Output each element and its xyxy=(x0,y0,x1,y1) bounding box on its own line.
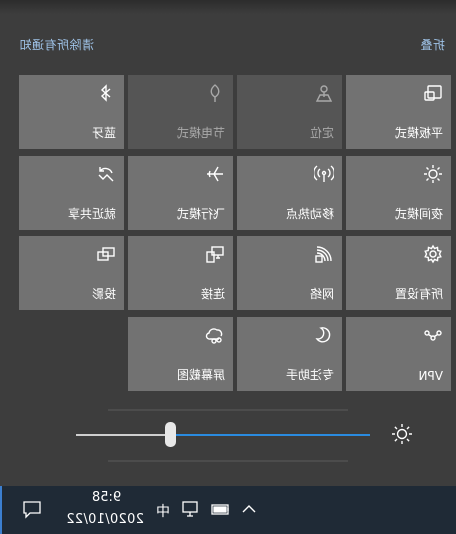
tile-label: 专注助手 xyxy=(285,368,334,382)
divider xyxy=(108,409,348,411)
tile-project[interactable]: 投影 xyxy=(19,236,124,310)
tile-label: 所有设置 xyxy=(394,287,443,301)
tile-label: VPN xyxy=(418,369,443,383)
connect-icon xyxy=(205,244,225,264)
tile-location[interactable]: 定位 xyxy=(237,75,342,149)
battery-icon[interactable] xyxy=(210,500,232,518)
tile-all-settings[interactable]: 所有设置 xyxy=(346,236,451,310)
network-icon xyxy=(314,244,334,264)
tile-label: 移动热点 xyxy=(285,207,334,221)
clock-date[interactable]: 2020/10/22 xyxy=(66,512,144,527)
project-icon xyxy=(96,244,116,264)
tile-label: 蓝牙 xyxy=(91,126,116,140)
slider-track-unfilled[interactable] xyxy=(76,434,171,436)
gear-icon xyxy=(423,244,443,264)
clear-all-label: 清除所有通知 xyxy=(19,38,95,52)
clear-all-notifications-link[interactable]: 清除所有通知 xyxy=(19,36,94,53)
tile-bluetooth[interactable]: 蓝牙 xyxy=(19,75,124,149)
slider-thumb[interactable] xyxy=(165,422,177,447)
tile-label: 节电模式 xyxy=(176,126,225,140)
tile-battery-saver[interactable]: 节电模式 xyxy=(128,75,233,149)
tile-airplane-mode[interactable]: 飞行模式 xyxy=(128,156,233,230)
tile-label: 屏幕截图 xyxy=(176,368,225,382)
moon-icon xyxy=(314,325,334,345)
hotspot-icon xyxy=(313,164,335,184)
monitor-icon[interactable] xyxy=(181,500,201,518)
nearby-share-icon xyxy=(96,164,116,184)
night-light-icon xyxy=(423,164,443,184)
collapse-link[interactable]: 折叠 xyxy=(420,36,445,53)
tile-label: 连接 xyxy=(200,287,225,301)
top-fade xyxy=(0,0,456,14)
tile-label: 平板模式 xyxy=(394,126,443,140)
tile-nearby-sharing[interactable]: 就近共享 xyxy=(19,156,124,230)
collapse-label: 折叠 xyxy=(420,38,446,52)
divider xyxy=(108,460,348,462)
chevron-up-icon[interactable] xyxy=(240,500,258,518)
notification-center-button[interactable] xyxy=(0,486,62,534)
screen-snip-icon xyxy=(205,325,225,345)
taskbar: 9:58 2020/10/22 中 xyxy=(0,486,456,534)
sun-icon xyxy=(391,423,413,445)
tile-night-light[interactable]: 夜间模式 xyxy=(346,156,451,230)
tile-label: 定位 xyxy=(309,126,334,140)
location-icon xyxy=(314,83,334,103)
tile-connect[interactable]: 连接 xyxy=(128,236,233,310)
tile-label: 夜间模式 xyxy=(394,207,443,221)
notification-icon xyxy=(23,501,41,519)
tile-network[interactable]: 网络 xyxy=(237,236,342,310)
ime-indicator[interactable]: 中 xyxy=(156,501,170,521)
bluetooth-icon xyxy=(96,83,116,103)
airplane-icon xyxy=(205,164,225,184)
tile-focus-assist[interactable]: 专注助手 xyxy=(237,317,342,391)
slider-track-filled[interactable] xyxy=(170,434,370,436)
tile-label: 就近共享 xyxy=(67,207,116,221)
tile-label: 网络 xyxy=(309,287,334,301)
tablet-mode-icon xyxy=(423,83,443,103)
clock-time[interactable]: 9:58 xyxy=(92,490,121,505)
tile-tablet-mode[interactable]: 平板模式 xyxy=(346,75,451,149)
tile-label: 投影 xyxy=(91,287,116,301)
tile-screen-snip[interactable]: 屏幕截图 xyxy=(128,317,233,391)
action-center: 清除所有通知 折叠 平板模式 定位 节电模式 蓝牙 夜间模式 移动热点 飞行模式… xyxy=(0,0,456,486)
tile-label: 飞行模式 xyxy=(176,207,225,221)
battery-saver-icon xyxy=(205,83,225,103)
tile-vpn[interactable]: VPN xyxy=(346,317,451,391)
vpn-icon xyxy=(423,325,443,345)
tile-mobile-hotspot[interactable]: 移动热点 xyxy=(237,156,342,230)
